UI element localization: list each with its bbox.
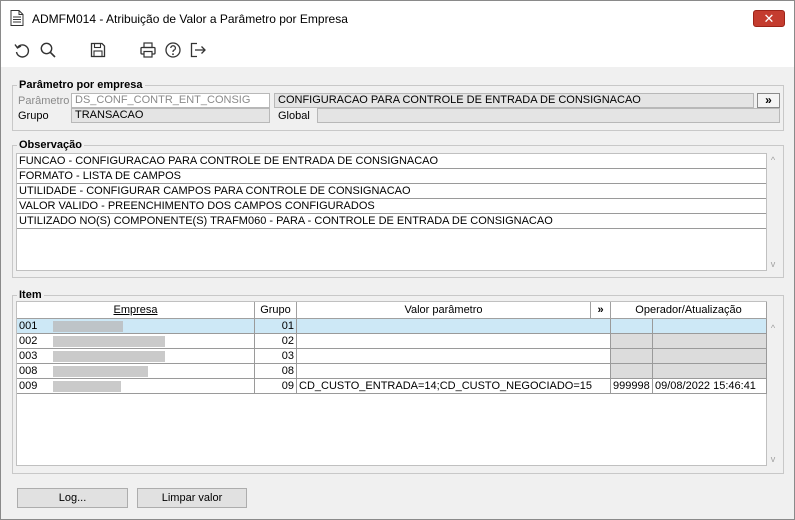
table-row[interactable]: 003 03	[17, 349, 768, 364]
empresa-cell: 009	[17, 379, 255, 394]
empresa-cell: 003	[17, 349, 255, 364]
close-button[interactable]: ✕	[753, 10, 785, 27]
parametro-description-field: CONFIGURACAO PARA CONTROLE DE ENTRADA DE…	[274, 93, 754, 108]
valor-cell[interactable]	[297, 334, 611, 349]
item-scroll-down-icon[interactable]: v	[767, 454, 779, 464]
grupo-label: Grupo	[18, 110, 49, 122]
operador-cell	[611, 349, 653, 364]
save-icon[interactable]	[89, 41, 107, 59]
search-icon[interactable]	[39, 41, 57, 59]
empresa-code: 009	[19, 380, 38, 392]
atualizacao-cell	[653, 364, 767, 379]
table-row[interactable]: 008 08	[17, 364, 768, 379]
valor-cell[interactable]	[297, 319, 611, 334]
empresa-cell: 008	[17, 364, 255, 379]
observacao-line: UTILIZADO NO(S) COMPONENTE(S) TRAFM060 -…	[17, 214, 766, 229]
observacao-list[interactable]: FUNCAO - CONFIGURACAO PARA CONTROLE DE E…	[16, 153, 767, 271]
window-title: ADMFM014 - Atribuição de Valor a Parâmet…	[32, 12, 348, 26]
atualizacao-cell	[653, 349, 767, 364]
exit-icon[interactable]	[189, 41, 207, 59]
table-row[interactable]: 002 02	[17, 334, 768, 349]
global-field	[317, 108, 780, 123]
empresa-code: 001	[19, 320, 38, 332]
observacao-line: VALOR VALIDO - PREENCHIMENTO DOS CAMPOS …	[17, 199, 766, 214]
empresa-code: 008	[19, 365, 38, 377]
valor-cell[interactable]	[297, 349, 611, 364]
item-grid[interactable]: Empresa Grupo Valor parâmetro » Operador…	[16, 301, 767, 466]
parametro-legend: Parâmetro por empresa	[19, 79, 143, 91]
limpar-valor-button[interactable]: Limpar valor	[137, 488, 247, 508]
column-header-empresa-label: Empresa	[113, 304, 158, 316]
observacao-line: UTILIDADE - CONFIGURAR CAMPOS PARA CONTR…	[17, 184, 766, 199]
table-row[interactable]: 001 01	[17, 319, 768, 334]
table-row[interactable]: 009 09 CD_CUSTO_ENTRADA=14;CD_CUSTO_NEGO…	[17, 379, 768, 394]
operador-cell	[611, 364, 653, 379]
grupo-cell: 08	[255, 364, 297, 379]
valor-expand-button[interactable]: »	[591, 302, 611, 319]
atualizacao-cell: 09/08/2022 15:46:41	[653, 379, 767, 394]
operador-cell: 999998	[611, 379, 653, 394]
column-header-empresa[interactable]: Empresa	[17, 302, 255, 319]
empresa-code: 003	[19, 350, 38, 362]
column-header-valor[interactable]: Valor parâmetro	[297, 302, 591, 319]
log-button[interactable]: Log...	[17, 488, 128, 508]
title-bar: ADMFM014 - Atribuição de Valor a Parâmet…	[1, 1, 794, 33]
observacao-legend: Observação	[19, 139, 82, 151]
toolbar	[1, 33, 794, 67]
empresa-cell: 001	[17, 319, 255, 334]
column-header-operador[interactable]: Operador/Atualização	[611, 302, 767, 319]
grupo-cell: 02	[255, 334, 297, 349]
application-window: ADMFM014 - Atribuição de Valor a Parâmet…	[0, 0, 795, 520]
observacao-line: FUNCAO - CONFIGURACAO PARA CONTROLE DE E…	[17, 154, 766, 169]
column-header-grupo[interactable]: Grupo	[255, 302, 297, 319]
grupo-field: TRANSACAO	[71, 108, 270, 123]
document-icon	[10, 10, 24, 26]
valor-cell[interactable]	[297, 364, 611, 379]
atualizacao-cell	[653, 334, 767, 349]
operador-cell	[611, 319, 653, 334]
item-scroll-up-icon[interactable]: ^	[767, 323, 779, 333]
global-label: Global	[278, 110, 310, 122]
observacao-scroll-down-icon[interactable]: v	[767, 259, 779, 269]
grupo-cell: 09	[255, 379, 297, 394]
print-icon[interactable]	[139, 41, 157, 59]
empresa-cell: 002	[17, 334, 255, 349]
parametro-expand-button[interactable]: »	[757, 93, 780, 108]
operador-cell	[611, 334, 653, 349]
parametro-label: Parâmetro	[18, 95, 70, 107]
atualizacao-cell	[653, 319, 767, 334]
grupo-cell: 01	[255, 319, 297, 334]
observacao-line: FORMATO - LISTA DE CAMPOS	[17, 169, 766, 184]
help-icon[interactable]	[164, 41, 182, 59]
parametro-field[interactable]: DS_CONF_CONTR_ENT_CONSIG	[71, 93, 270, 108]
undo-icon[interactable]	[13, 41, 31, 59]
valor-cell[interactable]: CD_CUSTO_ENTRADA=14;CD_CUSTO_NEGOCIADO=1…	[297, 379, 611, 394]
observacao-scroll-up-icon[interactable]: ^	[767, 155, 779, 165]
grupo-cell: 03	[255, 349, 297, 364]
item-legend: Item	[19, 289, 42, 301]
empresa-code: 002	[19, 335, 38, 347]
